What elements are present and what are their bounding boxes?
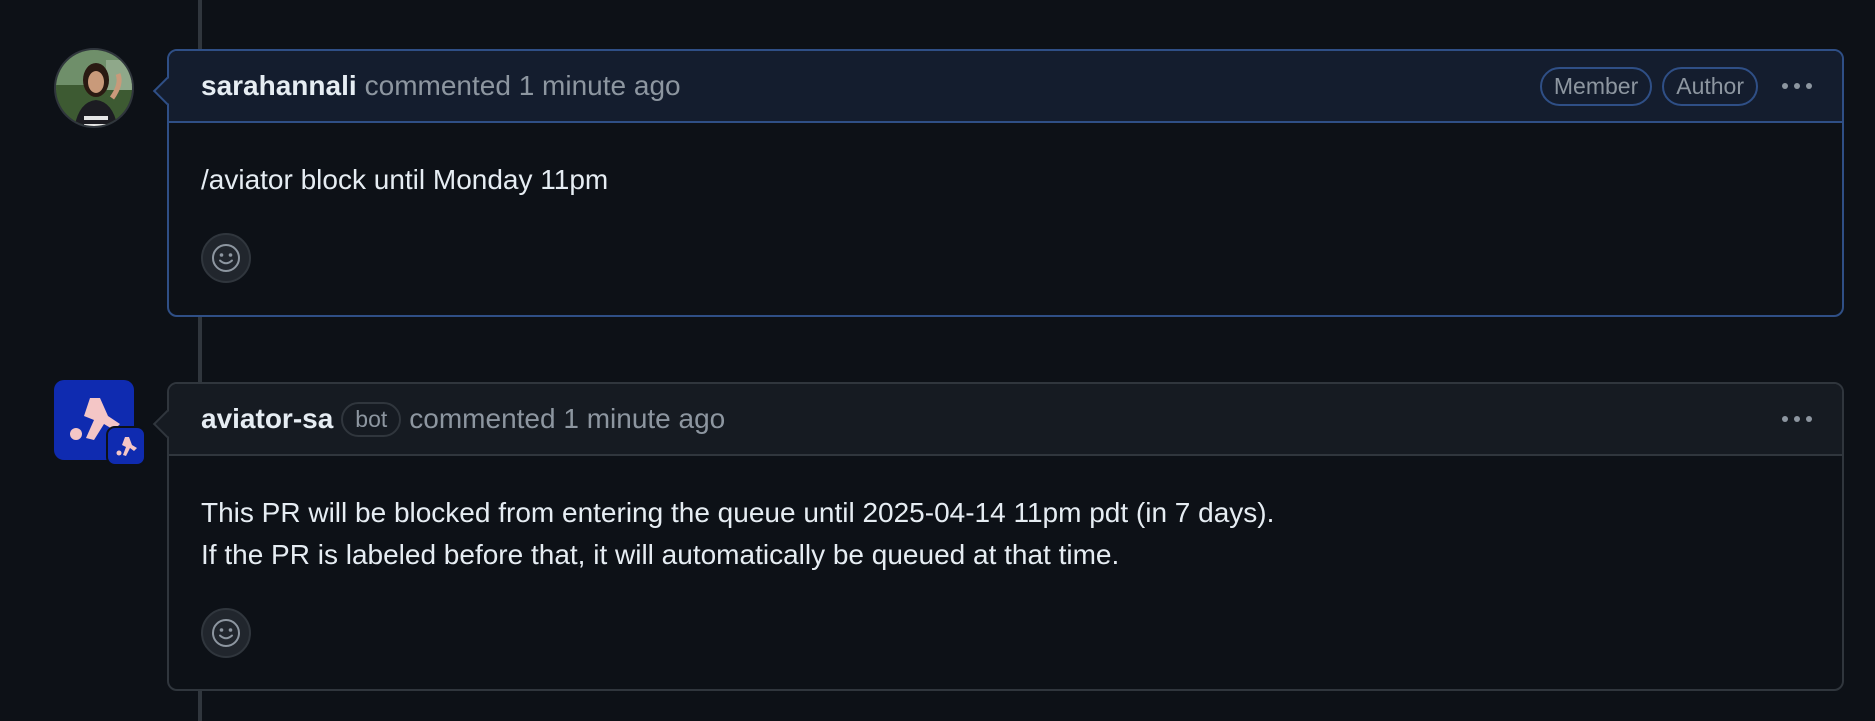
aviator-badge-icon (116, 437, 137, 456)
app-badge (106, 426, 146, 466)
author-link[interactable]: aviator-sa (201, 403, 333, 435)
comment-body: This PR will be blocked from entering th… (169, 456, 1842, 576)
bot-avatar[interactable] (54, 380, 146, 466)
add-reaction-button[interactable] (201, 608, 251, 658)
smiley-icon (212, 619, 240, 647)
smiley-icon (212, 244, 240, 272)
avatar[interactable] (54, 48, 134, 128)
comment-timestamp[interactable]: commented 1 minute ago (409, 403, 725, 435)
kebab-horizontal-icon[interactable] (1782, 416, 1812, 422)
comment-text-line: This PR will be blocked from entering th… (201, 497, 1275, 528)
comment-body: /aviator block until Monday 11pm (169, 123, 1842, 201)
author-label: Author (1662, 66, 1758, 106)
comment-header: aviator-sa bot commented 1 minute ago (169, 384, 1842, 456)
kebab-horizontal-icon[interactable] (1782, 83, 1812, 89)
comment-card: aviator-sa bot commented 1 minute ago Th… (152, 382, 1844, 691)
bot-label: bot (341, 401, 402, 437)
author-link[interactable]: sarahannali (201, 70, 357, 102)
comment-header: sarahannali commented 1 minute ago Membe… (169, 51, 1842, 123)
add-reaction-button[interactable] (201, 233, 251, 283)
user-photo (56, 50, 132, 126)
member-label: Member (1539, 66, 1653, 106)
comment-text-line: /aviator block until Monday 11pm (201, 164, 609, 195)
comment-text-line: If the PR is labeled before that, it wil… (201, 539, 1120, 570)
comment-timestamp[interactable]: commented 1 minute ago (365, 70, 681, 102)
comment-card: sarahannali commented 1 minute ago Membe… (152, 49, 1844, 317)
